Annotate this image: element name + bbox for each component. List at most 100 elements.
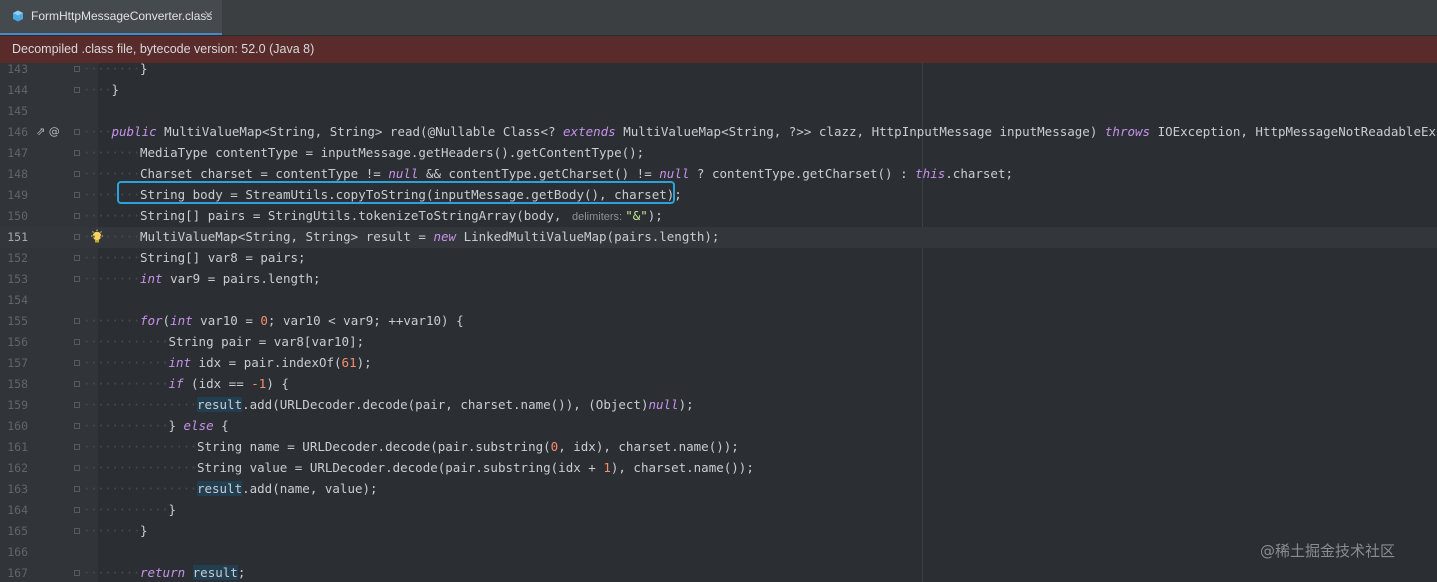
code-text: ················String name = URLDecoder… — [83, 439, 739, 454]
code-line-164[interactable]: 164 ············} — [0, 500, 1437, 521]
code-text: ············} — [83, 502, 176, 517]
code-line-163[interactable]: 163 ················result.add(name, valu… — [0, 479, 1437, 500]
fold-marker-icon[interactable] — [74, 213, 80, 219]
code-text: ············if (idx == -1) { — [83, 376, 289, 391]
code-token: MultiValueMap<String, String> read(@Null… — [156, 124, 564, 139]
code-text: ····public MultiValueMap<String, String>… — [83, 124, 1437, 139]
code-line-159[interactable]: 159 ················result.add(URLDecoder… — [0, 395, 1437, 416]
fold-marker-icon[interactable] — [74, 444, 80, 450]
fold-marker-icon[interactable] — [74, 423, 80, 429]
line-number[interactable]: 163 — [0, 482, 28, 496]
fold-marker-icon[interactable] — [74, 255, 80, 261]
code-token: String[] pairs = StringUtils.tokenizeToS… — [139, 208, 569, 223]
code-token: , idx), charset.name()); — [558, 439, 739, 454]
code-token: for — [139, 313, 163, 328]
code-text: ················result.add(name, value); — [83, 481, 378, 496]
fold-marker-icon[interactable] — [74, 528, 80, 534]
line-number[interactable]: 152 — [0, 251, 28, 265]
fold-marker-icon[interactable] — [74, 465, 80, 471]
indent-guides: ········ — [83, 63, 140, 76]
code-line-147[interactable]: 147 ········MediaType contentType = input… — [0, 143, 1437, 164]
code-line-158[interactable]: 158 ············if (idx == -1) { — [0, 374, 1437, 395]
fold-marker-icon[interactable] — [74, 402, 80, 408]
fold-marker-icon[interactable] — [74, 150, 80, 156]
code-line-161[interactable]: 161 ················String name = URLDeco… — [0, 437, 1437, 458]
indent-guides: ············ — [83, 376, 169, 391]
highlight-box — [117, 181, 675, 204]
code-line-146[interactable]: 146 ⇗ @ ····public MultiValueMap<String, S… — [0, 122, 1437, 143]
indent-guides: ············ — [83, 355, 169, 370]
code-text: ········String[] pairs = StringUtils.tok… — [83, 208, 663, 223]
code-line-153[interactable]: 153 ········int var9 = pairs.length; — [0, 269, 1437, 290]
override-annotation-icon[interactable]: ⇗ @ — [36, 125, 60, 138]
line-number[interactable]: 151 — [0, 230, 28, 244]
code-line-167[interactable]: 167 ········return result; — [0, 563, 1437, 582]
line-number[interactable]: 144 — [0, 83, 28, 97]
line-number[interactable]: 154 — [0, 293, 28, 307]
line-number[interactable]: 155 — [0, 314, 28, 328]
line-number[interactable]: 153 — [0, 272, 28, 286]
line-number[interactable]: 167 — [0, 566, 28, 580]
line-number[interactable]: 158 — [0, 377, 28, 391]
close-icon[interactable]: × — [203, 8, 214, 23]
fold-marker-icon[interactable] — [74, 318, 80, 324]
fold-marker-icon[interactable] — [74, 66, 80, 72]
fold-marker-icon[interactable] — [74, 129, 80, 135]
line-number[interactable]: 161 — [0, 440, 28, 454]
code-token: this — [915, 166, 946, 181]
code-token: && contentType.getCharset() != — [418, 166, 660, 181]
line-number[interactable]: 157 — [0, 356, 28, 370]
code-line-154[interactable]: 154 — [0, 290, 1437, 311]
fold-marker-icon[interactable] — [74, 381, 80, 387]
fold-marker-icon[interactable] — [74, 360, 80, 366]
line-number[interactable]: 147 — [0, 146, 28, 160]
fold-marker-icon[interactable] — [74, 87, 80, 93]
fold-marker-icon[interactable] — [74, 234, 80, 240]
code-line-152[interactable]: 152 ········String[] var8 = pairs; — [0, 248, 1437, 269]
fold-marker-icon[interactable] — [74, 192, 80, 198]
code-token: idx = pair.indexOf( — [191, 355, 342, 370]
indent-guides: ···· — [83, 124, 112, 139]
code-line-144[interactable]: 144 ····} — [0, 80, 1437, 101]
code-token: } — [168, 418, 184, 433]
line-number[interactable]: 159 — [0, 398, 28, 412]
fold-marker-icon[interactable] — [74, 171, 80, 177]
code-text: ········return result; — [83, 565, 245, 580]
code-line-155[interactable]: 155 ········for(int var10 = 0; var10 < va… — [0, 311, 1437, 332]
code-token: Charset charset = contentType != — [139, 166, 389, 181]
code-line-151[interactable]: 151 ········MultiValueMap<String, String>… — [0, 227, 1437, 248]
line-number[interactable]: 145 — [0, 104, 28, 118]
line-number[interactable]: 164 — [0, 503, 28, 517]
fold-marker-icon[interactable] — [74, 339, 80, 345]
line-number[interactable]: 165 — [0, 524, 28, 538]
line-number[interactable]: 162 — [0, 461, 28, 475]
code-editor[interactable]: 143 ········} 144 ····} 145 146 ⇗ @ ····public … — [0, 63, 1437, 582]
line-number[interactable]: 148 — [0, 167, 28, 181]
code-line-165[interactable]: 165 ········} — [0, 521, 1437, 542]
line-number[interactable]: 146 — [0, 125, 28, 139]
line-number[interactable]: 143 — [0, 63, 28, 76]
code-line-160[interactable]: 160 ············} else { — [0, 416, 1437, 437]
code-line-143[interactable]: 143 ········} — [0, 63, 1437, 80]
line-number[interactable]: 149 — [0, 188, 28, 202]
code-text: ········for(int var10 = 0; var10 < var9;… — [83, 313, 464, 328]
fold-marker-icon[interactable] — [74, 276, 80, 282]
code-line-150[interactable]: 150 ········String[] pairs = StringUtils.… — [0, 206, 1437, 227]
line-number[interactable]: 166 — [0, 545, 28, 559]
code-line-162[interactable]: 162 ················String value = URLDec… — [0, 458, 1437, 479]
line-number[interactable]: 160 — [0, 419, 28, 433]
indent-guides: ········ — [83, 208, 140, 223]
line-number[interactable]: 150 — [0, 209, 28, 223]
fold-marker-icon[interactable] — [74, 486, 80, 492]
code-token: String name = URLDecoder.decode(pair.sub… — [196, 439, 551, 454]
fold-marker-icon[interactable] — [74, 507, 80, 513]
code-token: IOException, HttpMessageNotReadableExcep… — [1157, 124, 1437, 139]
tab-formhttpmessageconverter[interactable]: FormHttpMessageConverter.class × — [0, 0, 222, 35]
code-line-166[interactable]: 166 — [0, 542, 1437, 563]
line-number[interactable]: 156 — [0, 335, 28, 349]
code-text: ········} — [83, 523, 148, 538]
code-line-157[interactable]: 157 ············int idx = pair.indexOf(61… — [0, 353, 1437, 374]
code-line-145[interactable]: 145 — [0, 101, 1437, 122]
fold-marker-icon[interactable] — [74, 570, 80, 576]
code-line-156[interactable]: 156 ············String pair = var8[var10]… — [0, 332, 1437, 353]
